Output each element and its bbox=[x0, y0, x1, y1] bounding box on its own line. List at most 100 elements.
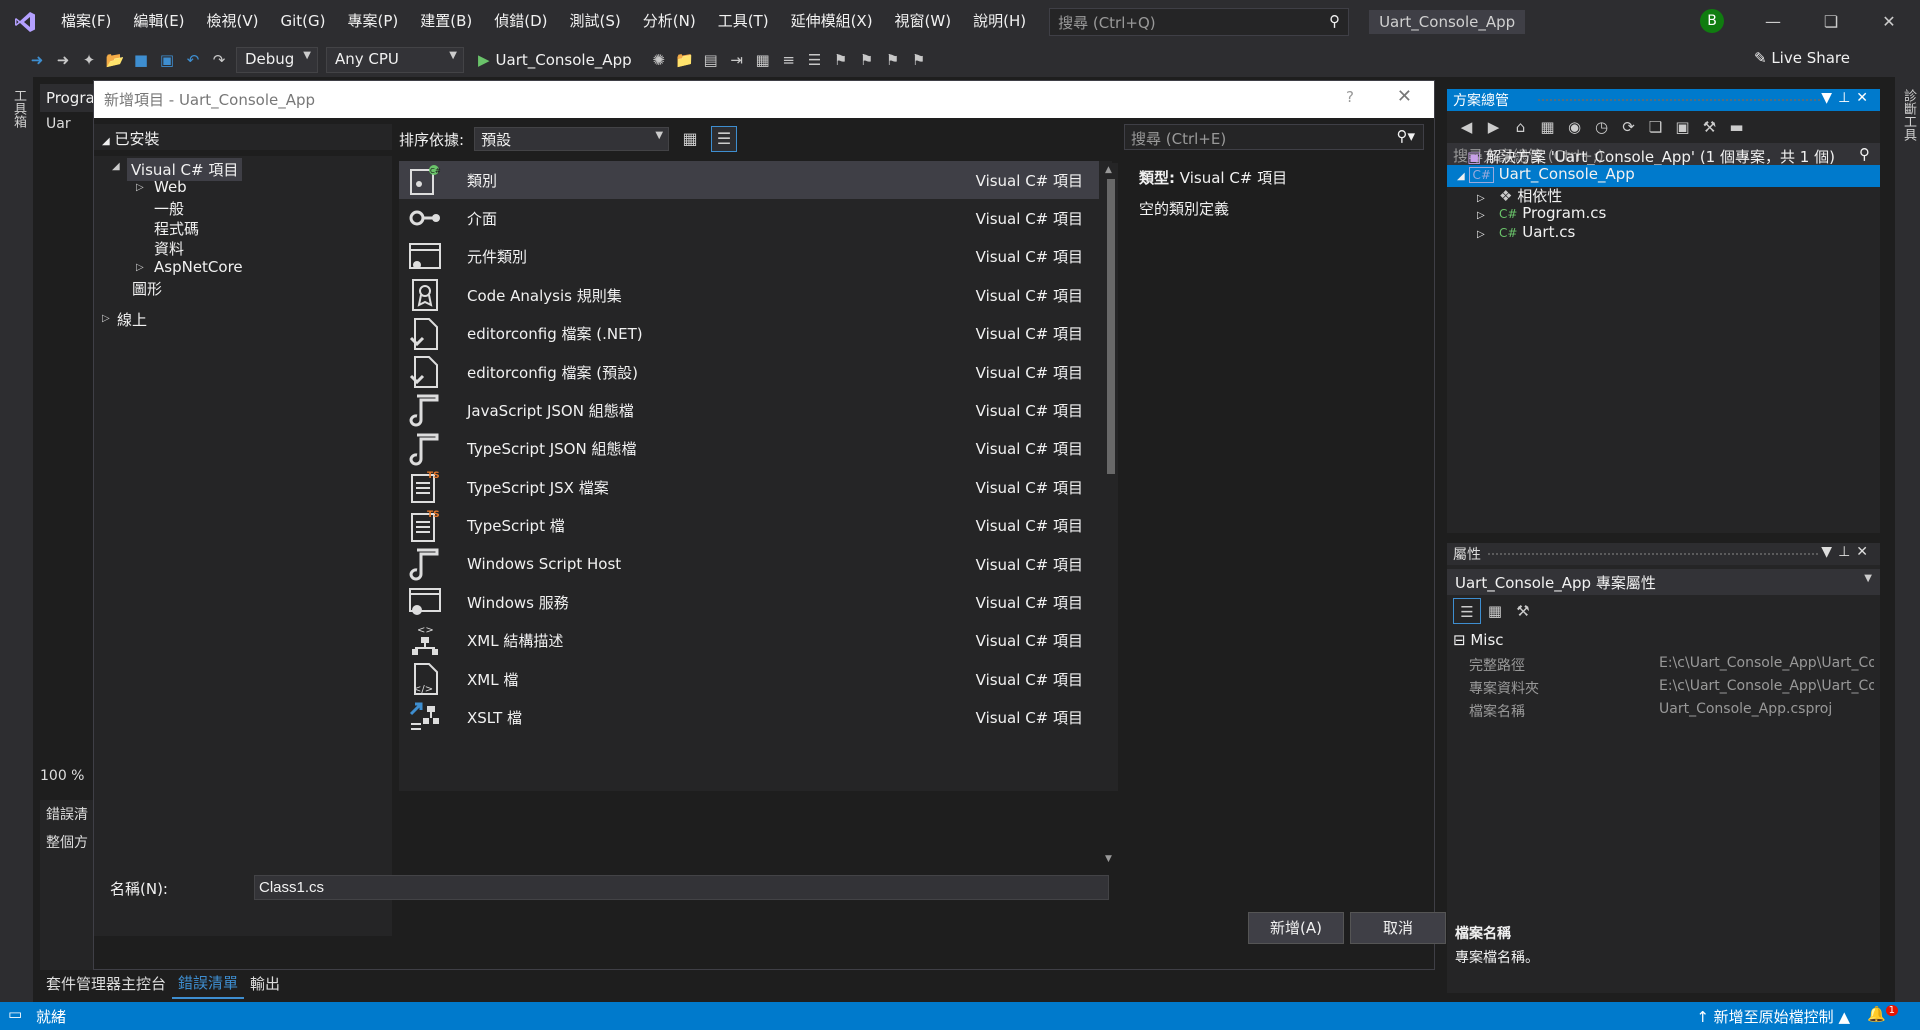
start-debugging-button[interactable]: Uart_Console_App bbox=[496, 51, 632, 69]
collapse-arrow-icon[interactable]: ◢ bbox=[102, 136, 110, 147]
switch-views-icon[interactable]: ▦ bbox=[1534, 118, 1561, 136]
back-icon[interactable]: ◀ bbox=[1453, 118, 1480, 136]
menu-extensions[interactable]: 延伸模組(X) bbox=[780, 0, 884, 43]
redo-icon[interactable]: ↷ bbox=[206, 48, 232, 72]
account-avatar[interactable]: B bbox=[1700, 9, 1724, 33]
misc-category[interactable]: ⊟ Misc bbox=[1453, 631, 1504, 649]
save-all-icon[interactable]: ▣ bbox=[154, 48, 180, 72]
menu-test[interactable]: 測試(S) bbox=[559, 0, 632, 43]
uart-cs-node[interactable]: ▷ C# Uart.cs bbox=[1477, 223, 1575, 241]
item-name-input[interactable] bbox=[254, 875, 1109, 900]
tree-item-general[interactable]: 一般 bbox=[154, 198, 184, 219]
next-bookmark-icon[interactable]: ⚑ bbox=[880, 48, 906, 72]
prev-bookmark-icon[interactable]: ⚑ bbox=[854, 48, 880, 72]
diagnostic-tools-tab[interactable]: 診斷工具 bbox=[1899, 89, 1918, 141]
drag-grip[interactable] bbox=[1537, 98, 1820, 102]
editor-navigation-bar[interactable]: Uar bbox=[40, 112, 100, 140]
properties-object-select[interactable]: Uart_Console_App 專案屬性 ▼ bbox=[1447, 569, 1880, 595]
cancel-button[interactable]: 取消 bbox=[1350, 912, 1446, 944]
error-list-scope[interactable]: 整個方 bbox=[40, 828, 95, 856]
bookmark-icon[interactable]: ⚑ bbox=[828, 48, 854, 72]
property-row[interactable]: 專案資料夾 E:\c\Uart_Console_App\Uart_Co bbox=[1447, 676, 1880, 699]
add-to-source-control-button[interactable]: ↑ 新增至原始檔控制 ▲ bbox=[1696, 1006, 1850, 1027]
configuration-select[interactable]: Debug ▼ bbox=[236, 47, 318, 73]
solution-node[interactable]: ▣ 解決方案 'Uart_Console_App' (1 個專案，共 1 個) bbox=[1467, 146, 1835, 167]
installed-header[interactable]: ◢ 已安裝 bbox=[94, 124, 392, 150]
menu-analyze[interactable]: 分析(N) bbox=[632, 0, 707, 43]
categorized-icon[interactable]: ☰ bbox=[1453, 598, 1481, 624]
expand-arrow-icon[interactable]: ▷ bbox=[1477, 210, 1485, 221]
sort-select[interactable]: 預設 ▼ bbox=[474, 127, 670, 151]
template-item[interactable]: 介面 Visual C# 項目 bbox=[399, 199, 1099, 237]
scrollbar-thumb[interactable] bbox=[1107, 179, 1115, 474]
template-item[interactable]: TS TypeScript JSX 檔案 Visual C# 項目 bbox=[399, 468, 1099, 506]
back-icon[interactable]: ➜ bbox=[24, 48, 50, 72]
expand-arrow-icon[interactable]: ▷ bbox=[136, 262, 144, 273]
tab-error-list[interactable]: 錯誤清單 bbox=[172, 968, 245, 999]
menu-build[interactable]: 建置(B) bbox=[409, 0, 483, 43]
clear-bookmark-icon[interactable]: ⚑ bbox=[906, 48, 932, 72]
collapse-all-icon[interactable]: ❏ bbox=[1642, 118, 1669, 136]
tree-item-web[interactable]: Web bbox=[154, 178, 187, 196]
browser-icon[interactable]: ▤ bbox=[698, 48, 724, 72]
property-pages-icon[interactable]: ▦ bbox=[1481, 598, 1509, 624]
program-cs-node[interactable]: ▷ C# Program.cs bbox=[1477, 204, 1606, 222]
solution-folder-icon[interactable]: 📁 bbox=[672, 48, 698, 72]
project-node[interactable]: ◢ C# Uart_Console_App bbox=[1457, 165, 1635, 183]
template-item[interactable]: TS TypeScript 檔 Visual C# 項目 bbox=[399, 507, 1099, 545]
minimize-icon[interactable]: — bbox=[1744, 0, 1802, 43]
tree-item-code[interactable]: 程式碼 bbox=[154, 218, 199, 239]
notifications-icon[interactable]: 🔔 1 bbox=[1867, 1005, 1898, 1023]
template-item[interactable]: <> XML 結構描述 Visual C# 項目 bbox=[399, 622, 1099, 660]
collapse-arrow-icon[interactable]: ◢ bbox=[112, 161, 120, 172]
property-row[interactable]: 檔案名稱 Uart_Console_App.csproj bbox=[1447, 699, 1880, 722]
save-icon[interactable]: ■ bbox=[128, 48, 154, 72]
add-button[interactable]: 新增(A) bbox=[1248, 912, 1344, 944]
indent-icon[interactable]: ≡ bbox=[776, 48, 802, 72]
show-all-files-icon[interactable]: ▣ bbox=[1669, 118, 1696, 136]
scroll-up-icon[interactable]: ▲ bbox=[1105, 165, 1112, 175]
menu-file[interactable]: 檔案(F) bbox=[50, 0, 122, 43]
collapse-arrow-icon[interactable]: ◢ bbox=[1457, 171, 1465, 182]
menu-window[interactable]: 視窗(W) bbox=[884, 0, 963, 43]
template-item[interactable]: Windows Script Host Visual C# 項目 bbox=[399, 545, 1099, 583]
undo-icon[interactable]: ↶ bbox=[180, 48, 206, 72]
comment-icon[interactable]: ☰ bbox=[802, 48, 828, 72]
tree-item-data[interactable]: 資料 bbox=[154, 238, 184, 259]
menu-project[interactable]: 專案(P) bbox=[337, 0, 410, 43]
template-item[interactable]: 元件類別 Visual C# 項目 bbox=[399, 238, 1099, 276]
menu-git[interactable]: Git(G) bbox=[270, 0, 337, 43]
step-icon[interactable]: ⇥ bbox=[724, 48, 750, 72]
close-icon[interactable]: ✕ bbox=[1397, 86, 1412, 107]
maximize-icon[interactable]: ❏ bbox=[1802, 0, 1860, 43]
close-icon[interactable]: ✕ bbox=[1860, 0, 1918, 43]
platform-select[interactable]: Any CPU ▼ bbox=[326, 47, 464, 73]
expand-arrow-icon[interactable]: ▷ bbox=[102, 313, 110, 324]
hot-reload-icon[interactable]: ✺ bbox=[646, 48, 672, 72]
template-search-input[interactable]: 搜尋 (Ctrl+E) ⚲▾ bbox=[1124, 124, 1424, 150]
template-item[interactable]: C# 類別 Visual C# 項目 bbox=[399, 161, 1099, 199]
scroll-down-icon[interactable]: ▼ bbox=[1105, 854, 1112, 864]
template-item[interactable]: XSLT 檔 Visual C# 項目 bbox=[399, 699, 1099, 737]
zoom-level[interactable]: 100 % bbox=[40, 768, 95, 790]
expand-arrow-icon[interactable]: ▷ bbox=[1477, 229, 1485, 240]
template-item[interactable]: Code Analysis 規則集 Visual C# 項目 bbox=[399, 276, 1099, 314]
new-project-icon[interactable]: ✦ bbox=[76, 48, 102, 72]
tree-item-graphics[interactable]: 圖形 bbox=[132, 278, 162, 299]
collapse-box-icon[interactable]: ⊟ bbox=[1453, 631, 1466, 649]
template-item[interactable]: editorconfig 檔案 (.NET) Visual C# 項目 bbox=[399, 315, 1099, 353]
drag-grip[interactable] bbox=[1487, 552, 1820, 556]
pane-controls[interactable]: ▼⊥✕ bbox=[1821, 90, 1874, 106]
tab-package-manager-console[interactable]: 套件管理器主控台 bbox=[40, 969, 172, 998]
home-icon[interactable]: ⌂ bbox=[1507, 118, 1534, 136]
pane-controls[interactable]: ▼⊥✕ bbox=[1821, 544, 1874, 560]
refresh-icon[interactable]: ⟳ bbox=[1615, 118, 1642, 136]
menu-view[interactable]: 檢視(V) bbox=[196, 0, 270, 43]
menu-tools[interactable]: 工具(T) bbox=[707, 0, 780, 43]
layout-icon[interactable]: ▦ bbox=[750, 48, 776, 72]
open-file-icon[interactable]: 📂 bbox=[102, 48, 128, 72]
dependencies-node[interactable]: ▷ ❖ 相依性 bbox=[1477, 185, 1562, 206]
filter-icon[interactable]: ◉ bbox=[1561, 118, 1588, 136]
toolbox-tab[interactable]: 工具箱 bbox=[9, 89, 28, 128]
menu-edit[interactable]: 編輯(E) bbox=[122, 0, 195, 43]
